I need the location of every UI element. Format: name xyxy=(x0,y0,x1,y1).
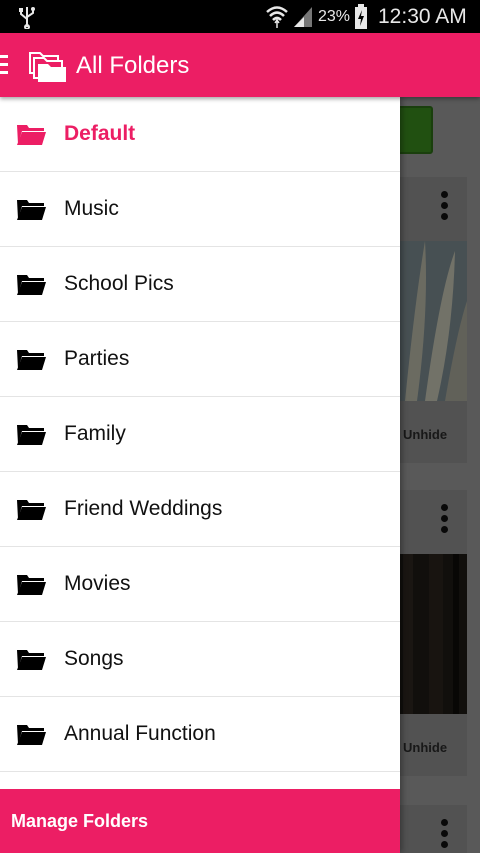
folder-item[interactable]: School Pics xyxy=(0,247,400,322)
folder-icon xyxy=(17,275,46,295)
folder-label: Parties xyxy=(64,347,130,370)
folder-icon xyxy=(17,425,46,445)
folders-icon xyxy=(29,52,66,82)
folder-icon xyxy=(17,650,46,670)
battery-percent: 23% xyxy=(318,8,351,25)
folder-item[interactable]: Songs xyxy=(0,622,400,697)
folder-item[interactable]: Default xyxy=(0,97,400,172)
folder-item[interactable]: Annual Function xyxy=(0,697,400,772)
page-title: All Folders xyxy=(76,52,190,79)
folder-icon xyxy=(17,125,46,145)
folder-label: Family xyxy=(64,422,126,445)
folder-icon xyxy=(17,575,46,595)
screen: 23% 12:30 AM All Folders Unhide Unhide D… xyxy=(0,0,480,853)
usb-icon xyxy=(19,7,35,29)
folder-item[interactable]: Family xyxy=(0,397,400,472)
folder-item[interactable]: Movies xyxy=(0,547,400,622)
folder-label: Movies xyxy=(64,572,131,595)
signal-icon xyxy=(294,7,312,27)
folder-label: Annual Function xyxy=(64,722,216,745)
manage-folders-button[interactable]: Manage Folders xyxy=(0,789,400,853)
navigation-drawer: Default Music School Pics Parties Family Frie… xyxy=(0,97,400,853)
folder-item[interactable]: Music xyxy=(0,172,400,247)
folder-icon xyxy=(17,350,46,370)
folder-icon xyxy=(17,200,46,220)
folder-icon xyxy=(17,725,46,745)
folder-item[interactable]: Parties xyxy=(0,322,400,397)
folder-label: Songs xyxy=(64,647,124,670)
menu-icon[interactable] xyxy=(0,55,8,75)
folder-label: Default xyxy=(64,122,136,145)
manage-folders-label: Manage Folders xyxy=(11,811,149,831)
status-bar: 23% 12:30 AM xyxy=(0,0,480,33)
folder-icon xyxy=(17,500,46,520)
app-bar: All Folders xyxy=(0,33,480,97)
clock: 12:30 AM xyxy=(378,5,467,28)
folder-label: Friend Weddings xyxy=(64,497,223,520)
folder-label: Music xyxy=(64,197,119,220)
folder-label: School Pics xyxy=(64,272,174,295)
wifi-icon xyxy=(266,6,288,28)
battery-charging-icon xyxy=(355,4,367,29)
folder-item[interactable]: Friend Weddings xyxy=(0,472,400,547)
